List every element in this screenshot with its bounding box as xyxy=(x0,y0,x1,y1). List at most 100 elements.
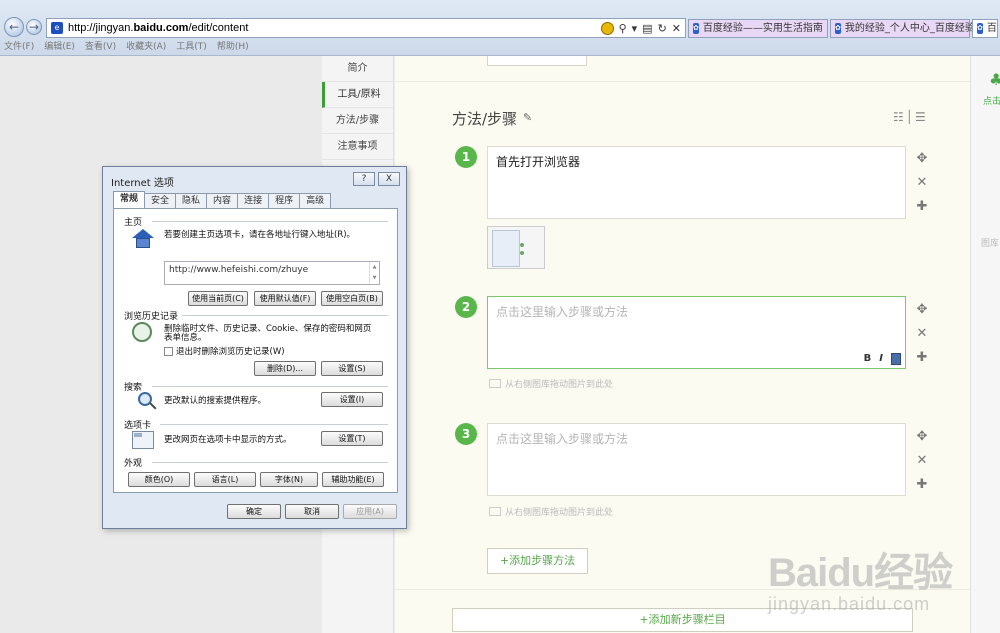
homepage-url-field[interactable]: http://www.hefeishi.com/zhuye ▲ ▼ xyxy=(164,261,380,285)
add-icon[interactable]: ✚ xyxy=(915,346,929,370)
tab-general[interactable]: 常规 xyxy=(113,191,146,208)
close-button[interactable]: X xyxy=(378,172,400,186)
menu-favorites[interactable]: 收藏夹(A) xyxy=(126,40,166,55)
step-number: 2 xyxy=(455,296,477,318)
search-settings-button[interactable]: 设置(I) xyxy=(321,392,383,407)
browser-tab[interactable]: ✿ 我的经验_个人中心_百度经验 xyxy=(830,19,975,38)
use-default-button[interactable]: 使用默认值(F) xyxy=(254,291,316,306)
delete-icon[interactable]: ✕ xyxy=(915,322,929,346)
tabs-window-icon xyxy=(132,431,154,449)
url-path: /edit/content xyxy=(188,22,249,34)
dropdown-icon[interactable]: ▾ xyxy=(632,22,638,35)
apply-button[interactable]: 应用(A) xyxy=(343,504,397,519)
step-image-thumbnail[interactable] xyxy=(487,226,545,269)
menu-tools[interactable]: 工具(T) xyxy=(176,40,207,55)
add-icon[interactable]: ✚ xyxy=(915,473,929,497)
move-icon[interactable]: ✥ xyxy=(915,298,929,322)
delete-icon[interactable]: ✕ xyxy=(915,449,929,473)
compat-icon[interactable]: ▤ xyxy=(642,22,652,35)
languages-button[interactable]: 语言(L) xyxy=(194,472,256,487)
group-divider xyxy=(182,315,388,316)
use-current-button[interactable]: 使用当前页(C) xyxy=(188,291,248,306)
scroll-arrows-icon[interactable]: ▲ ▼ xyxy=(369,262,379,284)
address-url[interactable]: http://jingyan.baidu.com/edit/content xyxy=(68,22,601,34)
delete-on-exit-checkbox[interactable] xyxy=(164,347,173,356)
tab-content[interactable]: 内容 xyxy=(206,193,239,208)
menu-help[interactable]: 帮助(H) xyxy=(217,40,249,55)
step-number: 3 xyxy=(455,423,477,445)
browser-chrome: ← → e http://jingyan.baidu.com/edit/cont… xyxy=(0,0,1000,56)
refresh-icon[interactable]: ↻ xyxy=(658,22,667,35)
step-input[interactable]: 点击这里输入步骤或方法 xyxy=(487,423,906,496)
address-bar[interactable]: e http://jingyan.baidu.com/edit/content … xyxy=(46,18,686,38)
nav-item-tools[interactable]: 工具/原料 xyxy=(322,82,393,108)
help-button[interactable]: ? xyxy=(353,172,375,186)
home-desc: 若要创建主页选项卡，请在各地址行键入地址(R)。 xyxy=(164,230,356,240)
tab-advanced[interactable]: 高级 xyxy=(299,193,332,208)
group-divider xyxy=(160,424,388,425)
tab-security[interactable]: 安全 xyxy=(144,193,177,208)
tab-title: 我的经验_个人中心_百度经验 xyxy=(844,23,975,34)
browser-tab[interactable]: ✿ 百度经验——实用生活指南 xyxy=(688,19,828,38)
step-input[interactable]: 点击这里输入步骤或方法 B I xyxy=(487,296,906,369)
edit-pencil-icon[interactable]: ✎ xyxy=(523,111,532,124)
nav-item-steps[interactable]: 方法/步骤 xyxy=(322,108,393,134)
gallery-label: 图库 xyxy=(981,239,1000,249)
tab-programs[interactable]: 程序 xyxy=(268,193,301,208)
delete-on-exit-label: 退出时删除浏览历史记录(W) xyxy=(176,347,285,357)
address-tools: ⚲ ▾ ▤ ↻ ✕ xyxy=(600,21,685,35)
add-step-button[interactable]: +添加步骤方法 xyxy=(487,548,588,574)
list-view-icon[interactable]: ☷│☰ xyxy=(893,110,928,124)
italic-button[interactable]: I xyxy=(879,353,883,365)
plant-icon: ♣ xyxy=(989,70,1000,89)
group-divider xyxy=(152,386,388,387)
menu-view[interactable]: 查看(V) xyxy=(85,40,116,55)
baidu-paw-icon: ✿ xyxy=(977,23,983,34)
bold-button[interactable]: B xyxy=(864,353,872,365)
page-favicon-icon: e xyxy=(51,22,63,34)
use-blank-button[interactable]: 使用空白页(B) xyxy=(321,291,383,306)
baidu-paw-icon: ✿ xyxy=(693,23,699,34)
delete-history-button[interactable]: 删除(D)... xyxy=(254,361,316,376)
fonts-button[interactable]: 字体(N) xyxy=(260,472,318,487)
move-icon[interactable]: ✥ xyxy=(915,425,929,449)
ok-button[interactable]: 确定 xyxy=(227,504,281,519)
tabs-settings-button[interactable]: 设置(T) xyxy=(321,431,383,446)
tab-title: 百度经验——实用生活指南 xyxy=(702,23,823,34)
history-settings-button[interactable]: 设置(S) xyxy=(321,361,383,376)
tab-privacy[interactable]: 隐私 xyxy=(175,193,208,208)
panel-label[interactable]: 点击 xyxy=(983,94,1000,107)
watermark-url: jingyan.baidu.com xyxy=(768,594,931,614)
forward-button[interactable]: → xyxy=(26,19,42,35)
step-placeholder: 点击这里输入步骤或方法 xyxy=(496,432,629,446)
internet-options-dialog: Internet 选项 ? X 常规 安全 隐私 内容 连接 程序 高级 主页 … xyxy=(102,166,407,529)
step-input[interactable]: 首先打开浏览器 xyxy=(487,146,906,219)
compat-view-icon[interactable] xyxy=(600,21,614,35)
back-button[interactable]: ← xyxy=(4,17,24,37)
step-number: 1 xyxy=(455,146,477,168)
search-icon[interactable]: ⚲ xyxy=(619,22,627,35)
browser-tab[interactable]: ✿ 百 xyxy=(972,19,998,38)
drag-image-hint: 从右侧图库拖动图片到此处 xyxy=(489,505,613,518)
step-placeholder: 点击这里输入步骤或方法 xyxy=(496,305,629,319)
add-icon[interactable]: ✚ xyxy=(915,195,929,219)
accessibility-button[interactable]: 辅助功能(E) xyxy=(322,472,384,487)
nav-item-intro[interactable]: 简介 xyxy=(322,56,393,82)
cancel-button[interactable]: 取消 xyxy=(285,504,339,519)
menu-edit[interactable]: 编辑(E) xyxy=(44,40,75,55)
search-magnifier-icon xyxy=(138,392,152,406)
tab-connections[interactable]: 连接 xyxy=(237,193,270,208)
url-domain: baidu.com xyxy=(133,22,189,34)
drag-image-hint: 从右侧图库拖动图片到此处 xyxy=(489,377,613,390)
move-icon[interactable]: ✥ xyxy=(915,147,929,171)
delete-icon[interactable]: ✕ xyxy=(915,171,929,195)
menu-file[interactable]: 文件(F) xyxy=(4,40,34,55)
nav-item-notes[interactable]: 注意事项 xyxy=(322,134,393,160)
colors-button[interactable]: 颜色(O) xyxy=(128,472,190,487)
add-tool-button-partial[interactable] xyxy=(487,56,587,66)
homepage-url: http://www.hefeishi.com/zhuye xyxy=(169,265,309,275)
stop-icon[interactable]: ✕ xyxy=(672,22,681,35)
search-desc: 更改默认的搜索提供程序。 xyxy=(164,396,267,406)
insert-image-icon[interactable] xyxy=(891,353,901,365)
dialog-body: 主页 若要创建主页选项卡，请在各地址行键入地址(R)。 http://www.h… xyxy=(113,208,398,493)
